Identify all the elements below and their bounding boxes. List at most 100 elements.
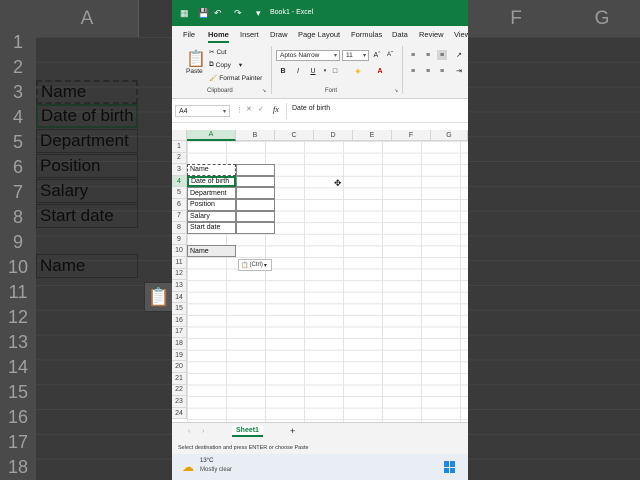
row-header-21[interactable]: 21 (172, 373, 187, 385)
tab-file[interactable]: File (183, 30, 195, 39)
align-left-icon[interactable]: ≡ (408, 66, 418, 76)
col-header-g[interactable]: G (431, 130, 468, 141)
row-header-17[interactable]: 17 (172, 326, 187, 339)
cell-b6[interactable] (236, 199, 275, 211)
row-header-7[interactable]: 7 (172, 210, 187, 223)
tab-home[interactable]: Home (208, 30, 229, 43)
insert-function-button[interactable]: fx (273, 105, 279, 114)
format-painter-button[interactable]: 🖌 Format Painter (209, 74, 262, 83)
underline-icon[interactable]: U (308, 66, 318, 76)
cell-b4[interactable] (236, 175, 275, 188)
cell-a8[interactable]: Start date (187, 222, 236, 234)
enter-icon[interactable]: ✓ (258, 105, 264, 113)
borders-icon[interactable]: □ (330, 66, 340, 76)
name-box[interactable]: A4 ▾ (175, 105, 230, 117)
decrease-font-icon[interactable]: Aˇ (385, 50, 395, 60)
row-header-5[interactable]: 5 (172, 187, 187, 199)
row-header-20[interactable]: 20 (172, 361, 187, 373)
cancel-icon[interactable]: ✕ (246, 105, 252, 113)
orientation-icon[interactable]: ↗ (454, 50, 464, 60)
row-header-24[interactable]: 24 (172, 407, 187, 420)
chevron-down-icon: ▾ (238, 62, 243, 69)
row-header-18[interactable]: 18 (172, 338, 187, 350)
select-all-corner[interactable] (172, 130, 187, 141)
row-header-13[interactable]: 13 (172, 280, 187, 292)
tab-insert[interactable]: Insert (240, 30, 259, 39)
row-header-11[interactable]: 11 (172, 257, 187, 269)
weather-icon[interactable]: ☁ (182, 460, 194, 474)
tab-view[interactable]: View (454, 30, 468, 39)
font-size-combo[interactable]: 11 ▾ (342, 50, 369, 61)
font-group-label: Font (325, 88, 338, 94)
align-bottom-icon[interactable]: ≡ (437, 50, 447, 60)
tab-draw[interactable]: Draw (270, 30, 288, 39)
cell-a5[interactable]: Department (187, 187, 236, 199)
sheet-tab-sheet1[interactable]: Sheet1 (232, 426, 263, 437)
copy-button[interactable]: ⧉ Copy ▾ (209, 61, 242, 69)
cell-b8[interactable] (236, 222, 275, 234)
fill-color-icon[interactable]: ◈ (353, 66, 363, 76)
col-header-d[interactable]: D (314, 130, 353, 141)
row-header-15[interactable]: 15 (172, 303, 187, 315)
tab-formulas[interactable]: Formulas (351, 30, 382, 39)
worksheet[interactable]: A B C D E F G 1 2 3 4 5 6 7 8 9 10 11 12… (172, 130, 468, 422)
paste-button[interactable]: Paste (186, 68, 203, 75)
row-header-6[interactable]: 6 (172, 199, 187, 211)
cell-b7[interactable] (236, 210, 275, 223)
tab-page-layout[interactable]: Page Layout (298, 30, 340, 39)
indent-icon[interactable]: ⇥ (454, 66, 464, 76)
undo-icon[interactable]: ↶ (214, 8, 222, 19)
italic-icon[interactable]: I (293, 66, 303, 76)
cell-a7[interactable]: Salary (187, 210, 236, 223)
col-header-e[interactable]: E (353, 130, 392, 141)
paste-options-button[interactable]: 📋 (Ctrl) ▾ (238, 259, 272, 271)
paste-icon[interactable]: 📋 (186, 48, 206, 70)
row-header-3[interactable]: 3 (172, 164, 187, 176)
row-header-10[interactable]: 10 (172, 245, 187, 257)
cell-a3-copied[interactable]: Name (187, 164, 236, 176)
cell-a10-pasted[interactable]: Name (187, 245, 236, 257)
cell-a6[interactable]: Position (187, 199, 236, 211)
bold-icon[interactable]: B (278, 66, 288, 76)
tab-data[interactable]: Data (392, 30, 408, 39)
font-color-icon[interactable]: A (375, 66, 385, 76)
align-middle-icon[interactable]: ≡ (423, 50, 433, 60)
align-right-icon[interactable]: ≡ (437, 66, 447, 76)
font-launcher-icon[interactable]: ↘ (394, 88, 398, 94)
tab-review[interactable]: Review (419, 30, 444, 39)
cell-b3[interactable] (236, 164, 275, 176)
row-header-14[interactable]: 14 (172, 291, 187, 304)
row-header-4[interactable]: 4 (172, 175, 187, 188)
font-name-combo[interactable]: Aptos Narrow ▾ (276, 50, 340, 61)
save-icon[interactable]: 💾 (198, 8, 209, 19)
increase-font-icon[interactable]: Aˆ (372, 50, 382, 60)
clipboard-launcher-icon[interactable]: ↘ (262, 88, 266, 94)
row-header-16[interactable]: 16 (172, 315, 187, 327)
row-header-1[interactable]: 1 (172, 141, 187, 153)
cell-b5[interactable] (236, 187, 275, 199)
row-header-8[interactable]: 8 (172, 222, 187, 234)
bg-row-2: 2 (0, 55, 36, 81)
row-header-22[interactable]: 22 (172, 384, 187, 397)
scroll-left-icon[interactable]: ‹ (188, 428, 190, 435)
row-header-12[interactable]: 12 (172, 268, 187, 281)
formula-input[interactable]: Date of birth (292, 105, 330, 112)
row-header-9[interactable]: 9 (172, 233, 187, 246)
redo-icon[interactable]: ↷ (234, 8, 242, 19)
row-header-23[interactable]: 23 (172, 396, 187, 408)
row-header-19[interactable]: 19 (172, 349, 187, 362)
col-header-a[interactable]: A (187, 130, 236, 141)
cut-button[interactable]: ✂ Cut (209, 48, 227, 57)
row-header-2[interactable]: 2 (172, 152, 187, 165)
align-center-icon[interactable]: ≡ (423, 66, 433, 76)
col-header-b[interactable]: B (236, 130, 275, 141)
chevron-down-icon[interactable]: ▾ (320, 66, 330, 76)
col-header-f[interactable]: F (392, 130, 431, 141)
cell-a4-selected[interactable]: Date of birth (187, 175, 236, 188)
col-header-c[interactable]: C (275, 130, 314, 141)
scroll-right-icon[interactable]: › (202, 428, 204, 435)
align-top-icon[interactable]: ≡ (408, 50, 418, 60)
windows-start-icon[interactable] (444, 461, 456, 473)
add-sheet-button[interactable]: + (290, 426, 295, 436)
customize-qat-icon[interactable]: ▾ (256, 8, 261, 19)
